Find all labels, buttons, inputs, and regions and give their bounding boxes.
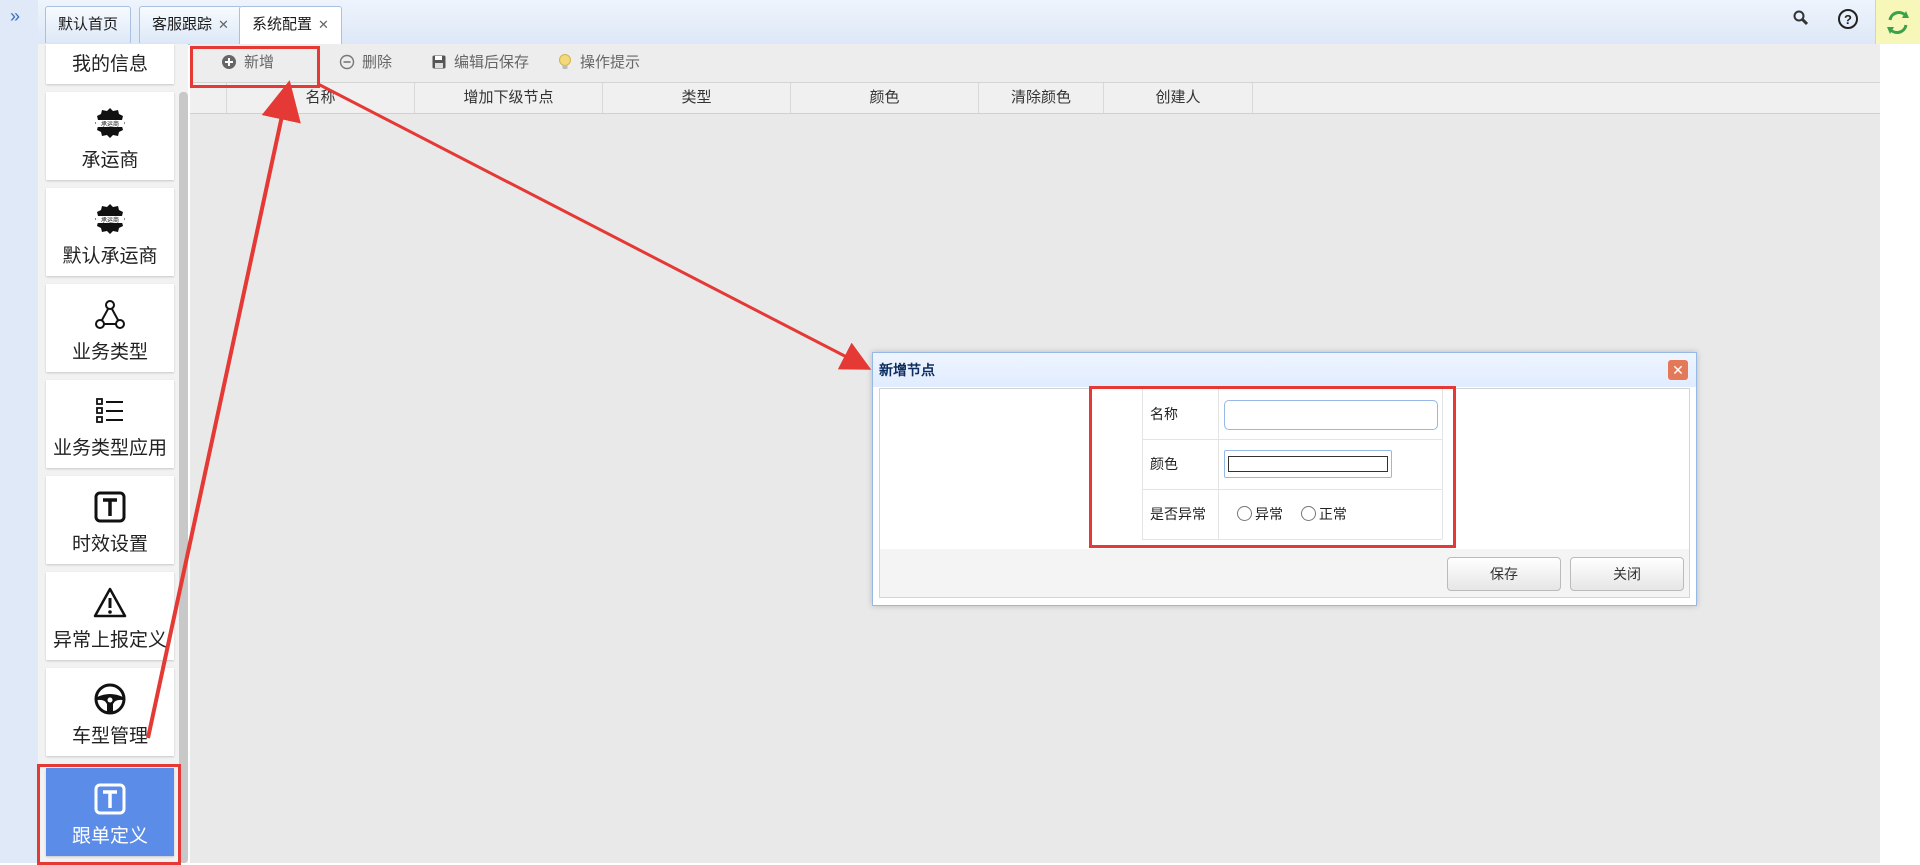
annotation-arrows — [146, 80, 872, 739]
annotation-arrow-dialog — [317, 82, 872, 370]
annotation-arrow-up — [146, 80, 301, 739]
